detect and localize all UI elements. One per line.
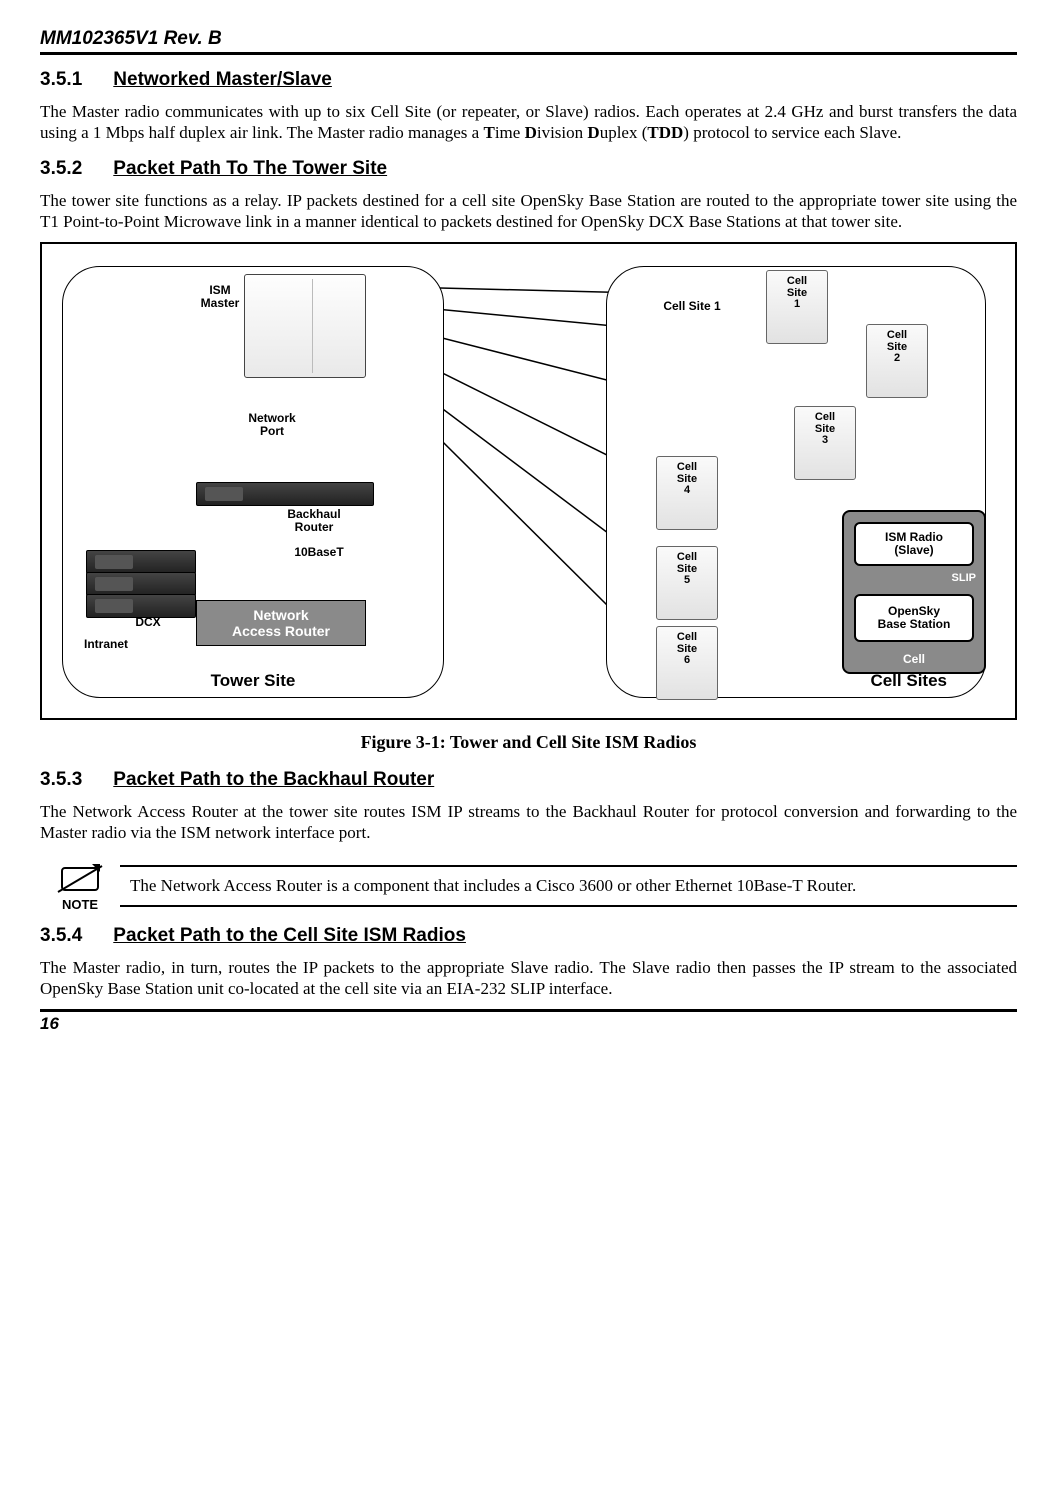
section-title: Networked Master/Slave (113, 69, 332, 90)
ism-master-label: ISMMaster (196, 284, 244, 310)
network-port-label: NetworkPort (236, 412, 308, 438)
section-heading-3: 3.5.3 Packet Path to the Backhaul Router (40, 769, 1017, 791)
dcx-label: DCX (128, 616, 168, 629)
note-text: The Network Access Router is a component… (120, 865, 1017, 906)
section-heading-4: 3.5.4 Packet Path to the Cell Site ISM R… (40, 925, 1017, 947)
section-title: Packet Path to the Cell Site ISM Radios (113, 925, 466, 946)
cell-sites-title: Cell Sites (870, 671, 947, 691)
cell-site-5: CellSite5 (656, 546, 718, 620)
ten-base-t-label: 10BaseT (284, 546, 354, 559)
network-access-router: NetworkAccess Router (196, 600, 366, 646)
section-number: 3.5.3 (40, 769, 108, 791)
cell-site-6: CellSite6 (656, 626, 718, 700)
section-number: 3.5.4 (40, 925, 108, 947)
page-number: 16 (40, 1009, 1017, 1034)
tower-site-title: Tower Site (211, 671, 296, 691)
cell-label: Cell (844, 653, 984, 666)
ism-radio-slave-box: ISM Radio(Slave) (854, 522, 974, 566)
cell-site-3: CellSite3 (794, 406, 856, 480)
dcx-2 (86, 572, 196, 596)
section-heading-1: 3.5.1 Networked Master/Slave (40, 69, 1017, 91)
cell-detail-panel: ISM Radio(Slave) SLIP OpenSkyBase Statio… (842, 510, 986, 674)
section-number: 3.5.1 (40, 69, 108, 91)
note-icon: NOTE (40, 862, 120, 911)
section-para-3: The Network Access Router at the tower s… (40, 801, 1017, 844)
section-para-2: The tower site functions as a relay. IP … (40, 190, 1017, 233)
section-heading-2: 3.5.2 Packet Path To The Tower Site (40, 158, 1017, 180)
section-para-4: The Master radio, in turn, routes the IP… (40, 957, 1017, 1000)
cell-site-1: CellSite1 (766, 270, 828, 344)
section-number: 3.5.2 (40, 158, 108, 180)
slip-label: SLIP (952, 572, 976, 584)
figure-caption: Figure 3-1: Tower and Cell Site ISM Radi… (40, 732, 1017, 753)
section-title: Packet Path to the Backhaul Router (113, 769, 434, 790)
section-title: Packet Path To The Tower Site (113, 158, 387, 179)
opensky-base-station-box: OpenSkyBase Station (854, 594, 974, 642)
figure-diagram: Tower Site Cell Sites ISMMaster NetworkP… (56, 260, 1001, 708)
note-block: NOTE The Network Access Router is a comp… (40, 862, 1017, 911)
cell-site-1-label: Cell Site 1 (652, 300, 732, 313)
cell-site-2: CellSite2 (866, 324, 928, 398)
figure-frame: Tower Site Cell Sites ISMMaster NetworkP… (40, 242, 1017, 720)
intranet-label: Intranet (84, 638, 144, 651)
backhaul-router-device (196, 482, 374, 506)
ism-master-device (244, 274, 366, 378)
section-para-1: The Master radio communicates with up to… (40, 101, 1017, 144)
doc-header: MM102365V1 Rev. B (40, 28, 1017, 55)
cell-site-4: CellSite4 (656, 456, 718, 530)
backhaul-router-label: BackhaulRouter (278, 508, 350, 534)
note-label: NOTE (62, 897, 98, 912)
dcx-1 (86, 550, 196, 574)
